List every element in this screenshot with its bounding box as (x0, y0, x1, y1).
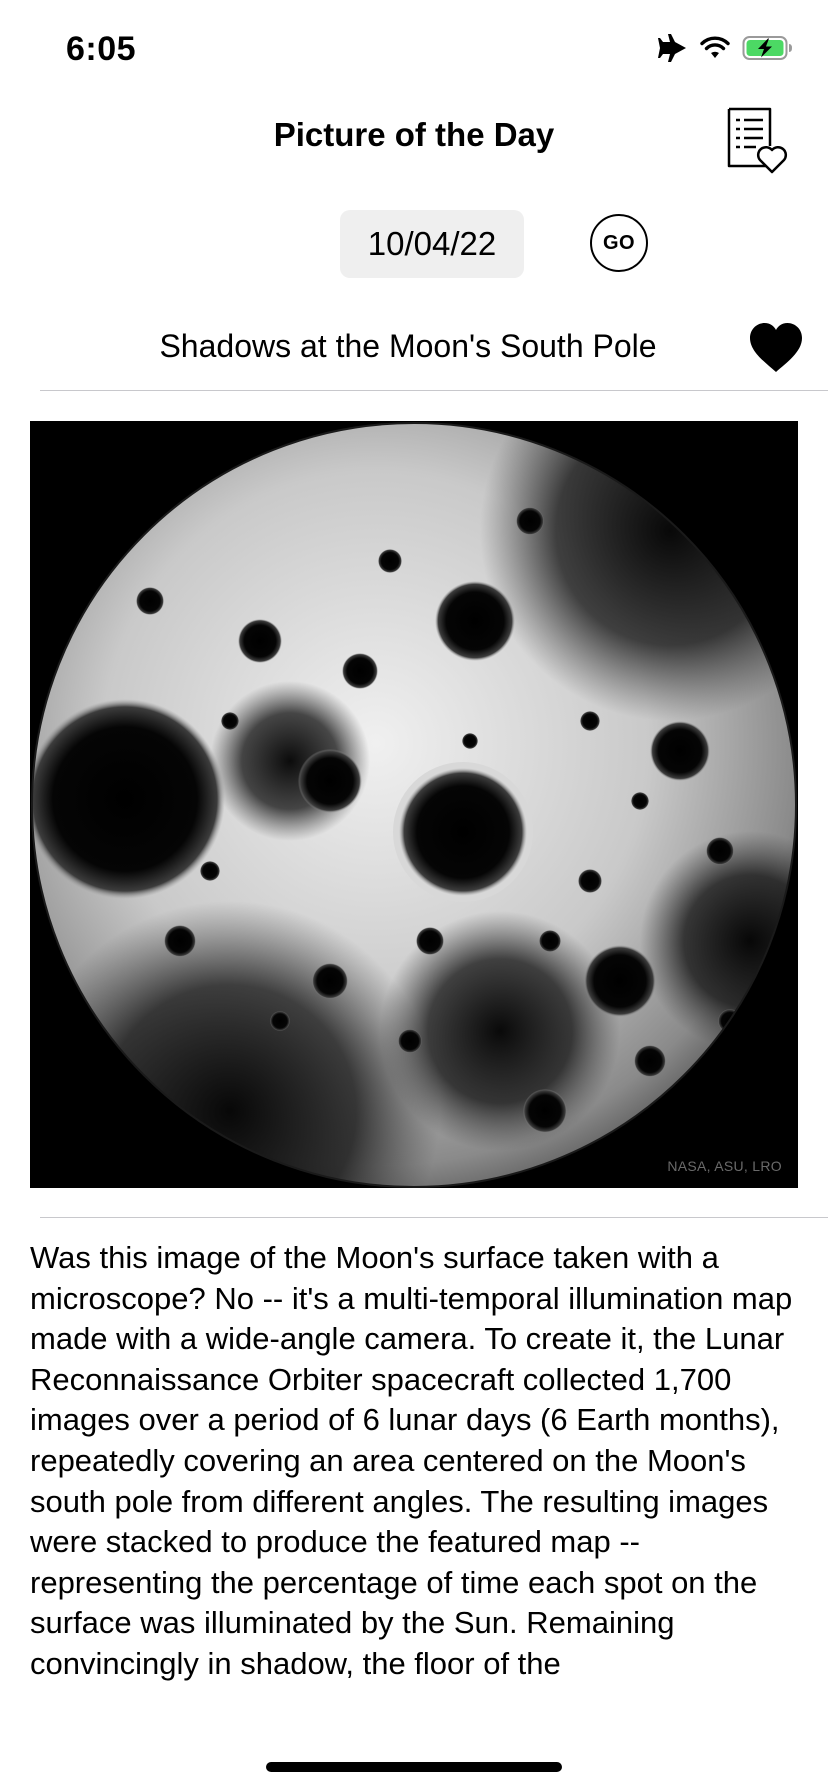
go-button[interactable]: GO (590, 214, 648, 272)
date-row: 10/04/22 GO (0, 210, 828, 280)
battery-charging-icon (742, 36, 792, 60)
wifi-icon (700, 36, 730, 58)
status-bar: 6:05 (0, 0, 828, 96)
favorites-list-icon (727, 107, 788, 174)
page-title: Picture of the Day (273, 116, 555, 153)
airplane-mode-icon (658, 34, 686, 62)
favorite-toggle-button[interactable] (748, 322, 804, 374)
divider-bottom (40, 1217, 828, 1218)
status-icons (658, 34, 794, 62)
moon-south-pole-image (30, 421, 798, 1188)
date-picker-field[interactable]: 10/04/22 (340, 210, 524, 278)
favorites-list-button[interactable] (726, 106, 790, 176)
picture-title-row: Shadows at the Moon's South Pole (0, 322, 828, 382)
picture-description: Was this image of the Moon's surface tak… (30, 1240, 793, 1681)
home-indicator[interactable] (266, 1762, 562, 1772)
heart-filled-icon (750, 323, 802, 372)
status-time: 6:05 (66, 30, 137, 68)
divider-top (40, 390, 828, 391)
image-credit: NASA, ASU, LRO (667, 1158, 782, 1174)
picture-title: Shadows at the Moon's South Pole (159, 328, 657, 364)
picture-of-the-day-image: NASA, ASU, LRO (30, 421, 798, 1188)
